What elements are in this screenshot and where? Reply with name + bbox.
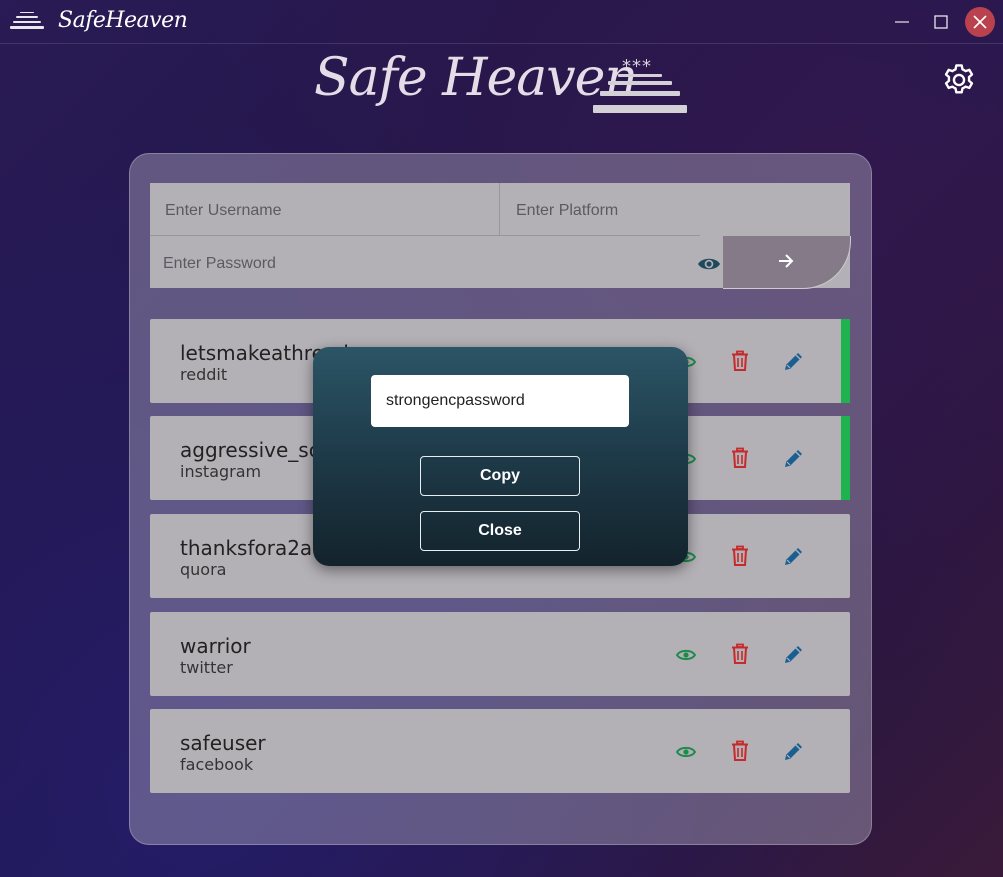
entry-username: warrior [180, 634, 251, 658]
page-title: Safe Heaven [314, 48, 638, 108]
minimize-icon [895, 21, 909, 23]
revealed-password-field[interactable] [371, 375, 629, 427]
title-bar-divider [0, 43, 1003, 44]
pencil-icon [785, 450, 802, 467]
entry-platform: quora [180, 560, 227, 579]
entry-platform: facebook [180, 755, 254, 774]
platform-input[interactable] [516, 201, 836, 221]
gear-icon [944, 64, 974, 94]
delete-button[interactable] [728, 349, 752, 373]
show-password-button[interactable] [674, 643, 698, 667]
pencil-icon [785, 353, 802, 370]
eye-icon [675, 649, 697, 661]
pencil-icon [785, 743, 802, 760]
show-password-button[interactable] [674, 740, 698, 764]
eye-icon [698, 258, 720, 270]
trash-icon [732, 643, 748, 664]
entry-platform: reddit [180, 365, 228, 384]
arrow-right-icon [779, 254, 794, 268]
pencil-icon [785, 548, 802, 565]
trash-icon [732, 740, 748, 761]
edit-button[interactable] [782, 349, 806, 373]
safe-heaven-logo-icon: *** [592, 56, 688, 116]
delete-button[interactable] [728, 446, 752, 470]
show-password-toggle[interactable] [697, 253, 721, 275]
title-bar: SafeHeaven [0, 0, 1003, 44]
maximize-icon [934, 15, 948, 29]
app-logo-icon [10, 12, 44, 32]
entry-username: safeuser [180, 731, 266, 755]
password-input[interactable] [163, 254, 683, 274]
entry-platform: twitter [180, 658, 233, 677]
delete-button[interactable] [728, 544, 752, 568]
delete-button[interactable] [728, 739, 752, 763]
submit-entry-button[interactable] [723, 236, 851, 289]
list-item[interactable]: warrior twitter [150, 612, 850, 696]
trash-icon [732, 350, 748, 371]
delete-button[interactable] [728, 642, 752, 666]
close-icon [973, 15, 987, 29]
field-divider [150, 235, 700, 236]
edit-button[interactable] [782, 446, 806, 470]
close-dialog-button[interactable]: Close [420, 511, 580, 551]
field-divider [499, 183, 500, 235]
password-dialog: Copy Close [313, 347, 688, 566]
copy-button[interactable]: Copy [420, 456, 580, 496]
trash-icon [732, 447, 748, 468]
trash-icon [732, 545, 748, 566]
edit-button[interactable] [782, 739, 806, 763]
entry-username: thanksfora2a [180, 536, 313, 560]
edit-button[interactable] [782, 642, 806, 666]
list-item[interactable]: safeuser facebook [150, 709, 850, 793]
minimize-button[interactable] [888, 8, 916, 36]
username-input[interactable] [165, 201, 485, 221]
eye-icon [675, 746, 697, 758]
app-title: SafeHeaven [58, 8, 188, 33]
settings-button[interactable] [940, 61, 978, 99]
maximize-button[interactable] [927, 8, 955, 36]
pencil-icon [785, 646, 802, 663]
edit-button[interactable] [782, 544, 806, 568]
entry-platform: instagram [180, 462, 262, 481]
add-entry-form [150, 183, 851, 289]
window-close-button[interactable] [965, 7, 995, 37]
